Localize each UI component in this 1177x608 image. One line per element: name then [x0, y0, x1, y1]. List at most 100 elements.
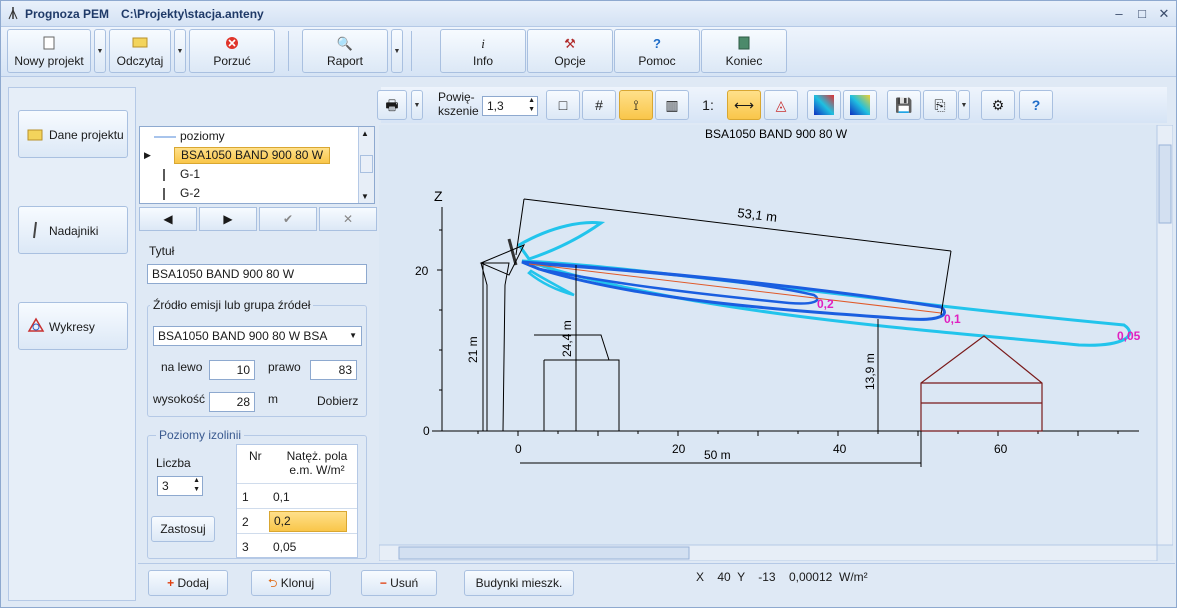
- exit-button[interactable]: Koniec: [701, 29, 787, 73]
- zoom-input[interactable]: 1,3 ▲ ▼: [482, 96, 538, 116]
- grid-toggle[interactable]: #: [582, 90, 616, 120]
- antenna-view-toggle[interactable]: ⟟: [619, 90, 653, 120]
- isoline-chart-icon: ◬: [775, 97, 787, 113]
- clone-button[interactable]: ⮌ Klonuj: [251, 570, 331, 596]
- print-dropdown[interactable]: ▼: [411, 90, 423, 120]
- main-window: Prognoza PEM C:\Projekty\stacja.anteny –…: [0, 0, 1177, 608]
- new-project-button[interactable]: Nowy projekt: [7, 29, 91, 73]
- plot-svg: Z 20 0 0 20 40 60 BSA1050 BAND 900 80 W: [379, 125, 1173, 561]
- isolines-table: Nr Natęż. pola e.m. W/m² 1 0,1 2 0,2 3 0…: [236, 444, 358, 558]
- table-row[interactable]: 3 0,05: [237, 533, 357, 558]
- title-bar: Prognoza PEM C:\Projekty\stacja.anteny –…: [1, 1, 1176, 27]
- antenna-icon: ⟟: [633, 97, 639, 113]
- stepper-arrows-icon[interactable]: ▲ ▼: [193, 476, 200, 494]
- main-toolbar: Nowy projekt ▼ Odczytaj ▼ Porzuć 🔍 Rapor…: [1, 27, 1176, 77]
- isoline-toggle[interactable]: ◬: [764, 90, 798, 120]
- save-button[interactable]: 💾: [887, 90, 921, 120]
- maximize-icon[interactable]: □: [1132, 5, 1152, 23]
- open-button[interactable]: Odczytaj: [109, 29, 171, 73]
- tools-button[interactable]: ⚙: [981, 90, 1015, 120]
- source-select[interactable]: BSA1050 BAND 900 80 W BSA ▼: [153, 326, 362, 346]
- isoline-label: 0,05: [1117, 329, 1141, 343]
- plot-area[interactable]: Z 20 0 0 20 40 60 BSA1050 BAND 900 80 W: [379, 125, 1173, 561]
- count-stepper[interactable]: 3 ▲ ▼: [157, 476, 203, 496]
- options-button[interactable]: ⚒ Opcje: [527, 29, 613, 73]
- add-button[interactable]: + Dodaj: [148, 570, 228, 596]
- question-icon: ?: [1031, 97, 1041, 113]
- scroll-up-icon[interactable]: ▲: [361, 129, 369, 138]
- isoline-005-upper-lobe: [516, 221, 606, 261]
- question-icon: ?: [653, 36, 661, 51]
- y-tick-label: 0: [423, 424, 430, 438]
- list-scroll-thumb[interactable]: [360, 155, 373, 173]
- right-input[interactable]: 83: [310, 360, 357, 380]
- v-scroll-thumb[interactable]: [1158, 144, 1172, 224]
- dim-label-139: 13,9 m: [863, 353, 877, 390]
- new-project-dropdown[interactable]: ▼: [94, 29, 106, 73]
- color-map-edit-button[interactable]: [843, 90, 877, 120]
- height-input[interactable]: 28: [209, 392, 255, 412]
- frame-toggle[interactable]: □: [546, 90, 580, 120]
- buildings-toggle[interactable]: ▥: [655, 90, 689, 120]
- mast-head: [479, 244, 526, 276]
- list-item[interactable]: G-2: [140, 184, 360, 203]
- left-input[interactable]: 10: [209, 360, 255, 380]
- column-header: Nr: [249, 449, 262, 463]
- table-row[interactable]: 2 0,2: [237, 508, 357, 533]
- project-data-button[interactable]: Dane projektu: [18, 110, 128, 158]
- report-dropdown[interactable]: ▼: [391, 29, 403, 73]
- list-scrollbar[interactable]: ▲ ▼: [358, 127, 374, 203]
- cross-icon: ✕: [342, 212, 354, 226]
- buildings-button[interactable]: Budynki mieszk.: [464, 570, 574, 596]
- minimize-icon[interactable]: –: [1109, 5, 1129, 23]
- next-button[interactable]: ▶: [199, 207, 257, 231]
- toolbar-separator: [288, 31, 289, 71]
- z-ticks: [437, 229, 442, 391]
- column-header: Natęż. pola e.m. W/m²: [286, 449, 348, 477]
- open-dropdown[interactable]: ▼: [174, 29, 186, 73]
- list-item[interactable]: ▶ BSA1050 BAND 900 80 W: [140, 146, 360, 165]
- apply-button[interactable]: Zastosuj: [151, 516, 215, 542]
- table-row[interactable]: 1 0,1: [237, 483, 357, 508]
- discard-button[interactable]: Porzuć: [189, 29, 275, 73]
- print-button[interactable]: 🖶: [377, 90, 407, 120]
- new-document-icon: [8, 36, 90, 52]
- dim-label-50: 50 m: [704, 448, 731, 462]
- magnifier-icon: 🔍: [336, 36, 354, 51]
- prev-button[interactable]: ◀: [139, 207, 197, 231]
- toolbar-separator: [411, 31, 412, 71]
- remove-button[interactable]: − Usuń: [361, 570, 437, 596]
- dim-label-53: 53,1 m: [737, 205, 778, 225]
- clone-icon: ⮌: [267, 576, 278, 590]
- close-icon[interactable]: ✕: [1154, 5, 1174, 23]
- confirm-button[interactable]: ✔: [259, 207, 317, 231]
- copy-icon: ⎘: [934, 97, 946, 113]
- grid-icon: #: [595, 97, 603, 113]
- app-icon: [8, 7, 18, 20]
- color-map-button[interactable]: [807, 90, 841, 120]
- list-item[interactable]: poziomy: [140, 127, 360, 146]
- title-input[interactable]: BSA1050 BAND 900 80 W: [147, 264, 367, 284]
- charts-button[interactable]: Wykresy: [18, 302, 128, 350]
- stepper-arrows-icon[interactable]: ▲ ▼: [528, 96, 535, 114]
- dimension-toggle[interactable]: ⟷: [727, 90, 761, 120]
- right-label: prawo: [268, 360, 301, 374]
- gradient-edit-icon: [850, 95, 870, 115]
- h-scroll-thumb[interactable]: [398, 546, 690, 560]
- cancel-edit-button[interactable]: ✕: [319, 207, 377, 231]
- source-list[interactable]: poziomy ▶ BSA1050 BAND 900 80 W G-1 G-2 …: [139, 126, 375, 204]
- help-button[interactable]: ? Pomoc: [614, 29, 700, 73]
- info-icon: i: [481, 36, 485, 51]
- copy-dropdown[interactable]: ▼: [958, 90, 970, 120]
- mast-structure: [480, 262, 510, 432]
- report-button[interactable]: 🔍 Raport: [302, 29, 388, 73]
- copy-button[interactable]: ⎘: [923, 90, 957, 120]
- info-button[interactable]: i Info: [440, 29, 526, 73]
- scroll-down-icon[interactable]: ▼: [361, 192, 369, 201]
- transmitters-button[interactable]: Nadajniki: [18, 206, 128, 254]
- antenna: [507, 238, 518, 266]
- list-item[interactable]: G-1: [140, 165, 360, 184]
- fit-link[interactable]: Dobierz: [317, 394, 358, 408]
- tools-icon: ⚙: [991, 97, 1005, 113]
- chart-help-button[interactable]: ?: [1019, 90, 1053, 120]
